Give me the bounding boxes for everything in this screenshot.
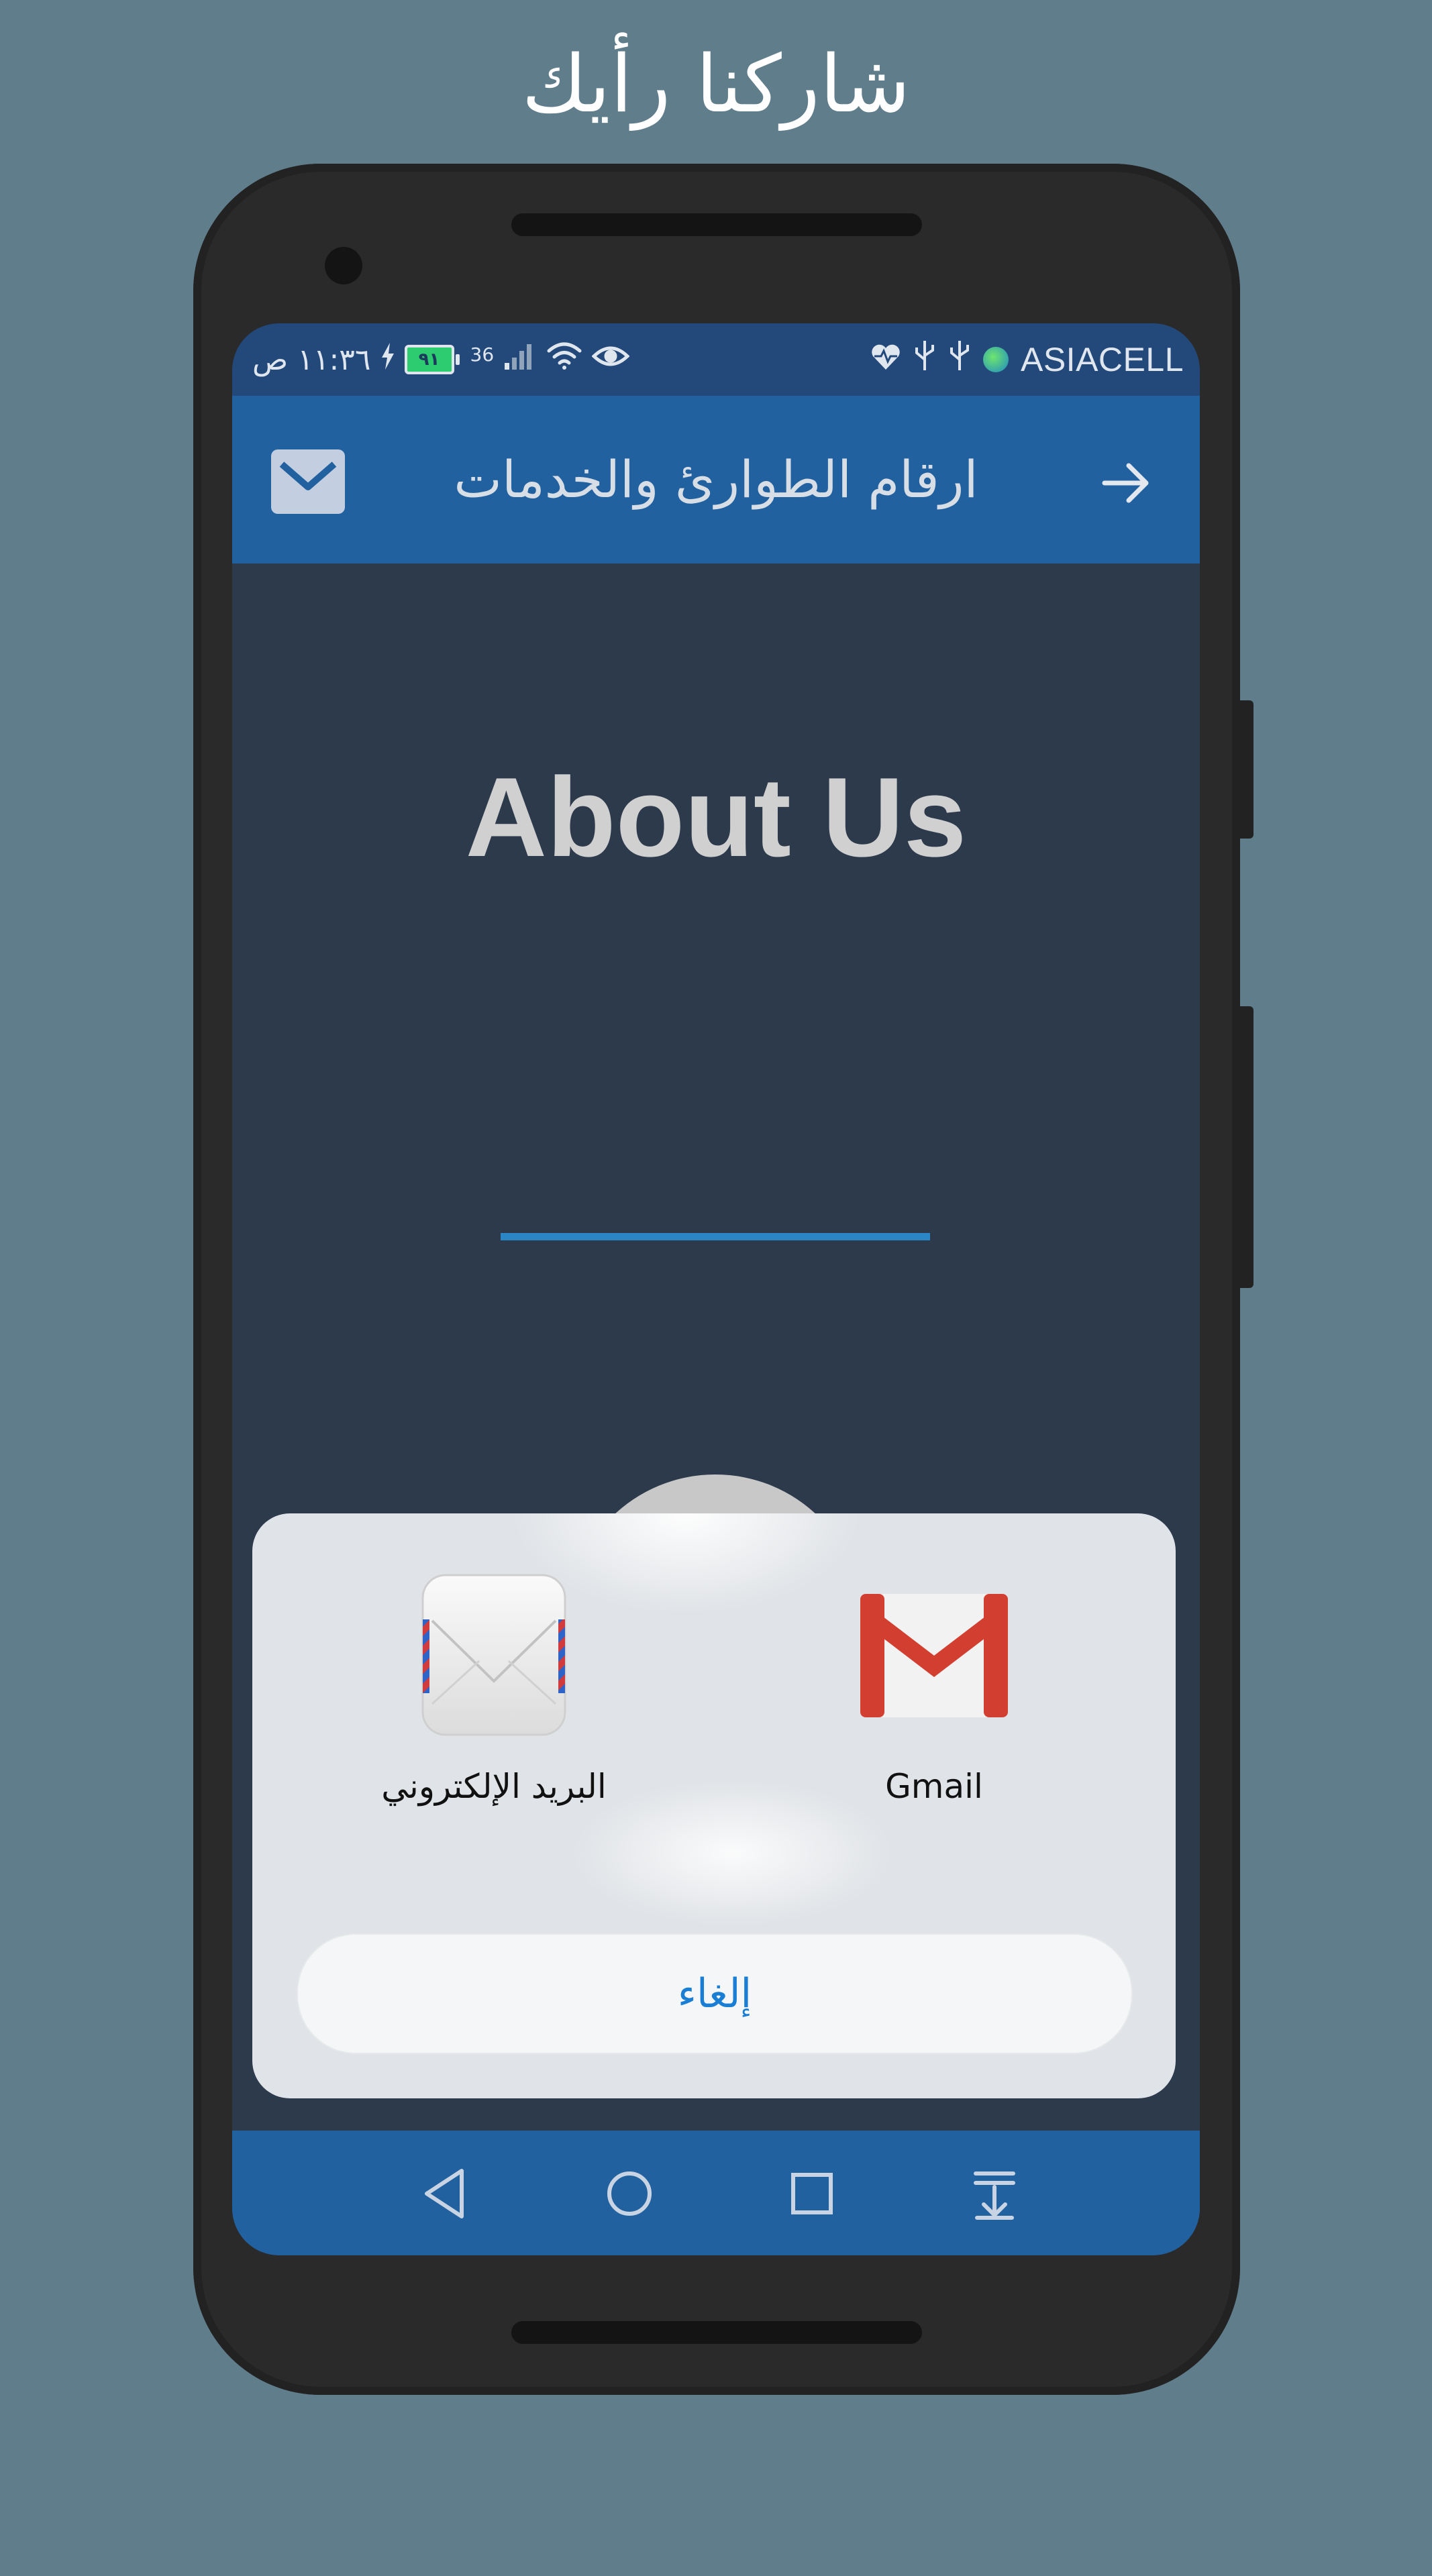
phone-bottom-speaker [511,2321,922,2344]
recents-square-icon [791,2173,833,2214]
phone-top-speaker [511,213,922,236]
phone-side-button [1240,700,1254,839]
battery-level: ٩١ [418,350,440,370]
title-divider [501,1233,930,1240]
email-app-icon [420,1572,568,1737]
status-bar: ١١:٣٦ ص ٩١ 36 ASIACELL [232,323,1200,396]
signal-icon [503,341,537,378]
nav-home-button[interactable] [597,2161,662,2226]
health-icon [870,340,901,379]
globe-icon [982,347,1009,372]
home-circle-icon [607,2171,652,2216]
wifi-icon [546,341,582,378]
about-title: About Us [465,754,967,880]
app-bar: ارقام الطوارئ والخدمات [232,396,1200,564]
share-option-email-label: البريد الإلكتروني [381,1767,607,1806]
charging-icon [380,342,395,377]
share-option-gmail[interactable]: Gmail [793,1572,1075,1806]
battery-icon: ٩١ [404,345,460,374]
nav-back-button[interactable] [413,2161,478,2226]
pull-down-icon [974,2171,1015,2220]
cancel-button[interactable]: إلغاء [297,1933,1133,2054]
arrow-right-icon [1102,463,1149,503]
eye-icon [591,343,630,377]
app-title: ارقام الطوارئ والخدمات [454,449,978,509]
back-arrow-button[interactable] [1099,456,1153,510]
back-triangle-icon [425,2169,464,2218]
share-sheet: البريد الإلكتروني Gmail إلغاء [252,1513,1176,2098]
carrier-name: ASIACELL [1020,341,1184,378]
promo-title: شاركنا رأيك [521,38,911,130]
phone-frame: ١١:٣٦ ص ٩١ 36 ASIACELL ارقام الطوارئ وال… [193,164,1254,2395]
usb-icon-2 [948,339,971,380]
gmail-icon [860,1572,1008,1737]
status-time: ١١:٣٦ ص [252,342,371,377]
phone-volume-button [1240,1006,1254,1288]
share-option-email[interactable]: البريد الإلكتروني [353,1572,635,1806]
nav-notifications-button[interactable] [962,2161,1027,2226]
phone-screen: ١١:٣٦ ص ٩١ 36 ASIACELL ارقام الطوارئ وال… [232,323,1200,2255]
phone-camera [325,247,362,284]
share-option-gmail-label: Gmail [885,1767,983,1806]
usb-icon [913,339,936,380]
nav-recents-button[interactable] [780,2161,844,2226]
navigation-bar [232,2131,1200,2255]
network-type: 36 [470,343,495,366]
